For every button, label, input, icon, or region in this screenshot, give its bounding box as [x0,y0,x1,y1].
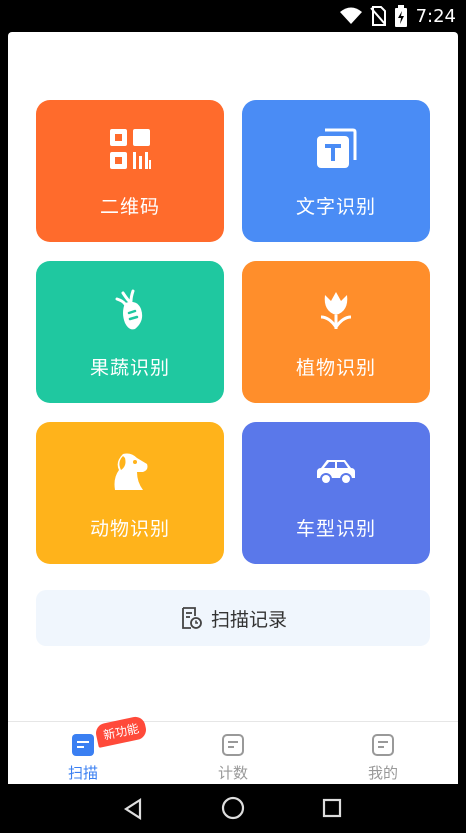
carrot-icon [115,289,143,330]
scan-records-button[interactable]: 扫描记录 [36,590,430,646]
car-model-tile[interactable]: 车型识别 [242,422,430,564]
fruit-veg-label: 果蔬识别 [89,357,170,379]
count-tab-icon [222,734,244,756]
tab-mine[interactable]: 我的 [308,722,458,784]
bottom-tab-bar: 扫描 新功能 计数 我的 [8,715,458,784]
tab-scan[interactable]: 扫描 新功能 [8,715,158,784]
fruit-veg-tile[interactable]: 果蔬识别 [36,261,224,403]
app-screen: 二维码 文字识别 果蔬识别 植物识别 动物识别 车型识别 扫描记录 扫描 新功能… [8,32,458,784]
mine-tab-icon [372,734,394,756]
document-clock-icon [182,607,202,629]
system-nav-bar [0,784,466,833]
wifi-icon [339,7,362,24]
dog-icon [114,453,148,490]
car-model-label: 车型识别 [295,518,376,540]
no-sim-icon [369,6,386,26]
recents-icon[interactable] [322,798,342,818]
battery-charging-icon [394,5,407,27]
tab-scan-label: 扫描 [67,764,98,782]
tulip-icon [320,292,352,329]
status-bar: 7:24 [0,0,466,32]
tab-count-label: 计数 [217,764,248,782]
back-icon[interactable] [122,798,144,820]
status-time: 7:24 [415,5,456,27]
car-icon [317,460,355,485]
text-recognition-icon [317,128,357,168]
qr-code-tile[interactable]: 二维码 [36,100,224,242]
animal-label: 动物识别 [89,518,170,540]
plant-label: 植物识别 [295,357,376,379]
scan-tab-icon [72,734,94,756]
home-icon[interactable] [221,796,245,820]
text-recognition-label: 文字识别 [295,196,376,218]
plant-tile[interactable]: 植物识别 [242,261,430,403]
text-recognition-tile[interactable]: 文字识别 [242,100,430,242]
tab-count[interactable]: 计数 [158,722,308,784]
qr-code-label: 二维码 [99,196,160,218]
tab-mine-label: 我的 [367,764,398,782]
qr-code-icon [110,129,151,169]
new-feature-badge: 新功能 [94,715,148,748]
animal-tile[interactable]: 动物识别 [36,422,224,564]
scan-records-label: 扫描记录 [210,608,287,631]
